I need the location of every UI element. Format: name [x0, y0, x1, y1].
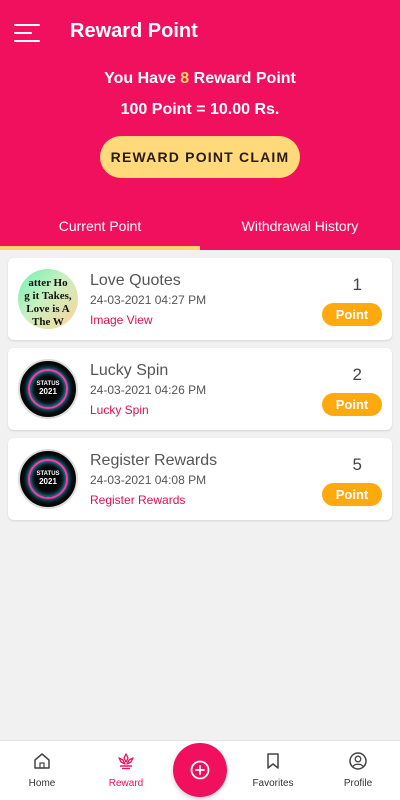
entry-points-value: 1 [352, 275, 362, 294]
page-title: Reward Point [70, 20, 198, 42]
entry-datetime: 24-03-2021 04:27 PM [90, 293, 207, 307]
points-count: 8 [180, 70, 190, 87]
reward-entry-lucky-spin[interactable]: STATUS 2021 Lucky Spin 24-03-2021 04:26 P… [8, 348, 392, 430]
bookmark-icon [267, 753, 279, 769]
reward-claim-button[interactable]: REWARD POINT CLAIM [100, 136, 300, 178]
nav-favorites[interactable]: Favorites [233, 741, 313, 800]
menu-icon[interactable] [14, 22, 42, 44]
thumb-text-line: g it Takes, [24, 290, 72, 302]
app-header: Reward Point You Have 8 Reward Point 100… [0, 0, 400, 250]
tab-withdrawal-history[interactable]: Withdrawal History [200, 208, 400, 250]
thumb-text-line: 2021 [39, 477, 57, 486]
status-2021-thumbnail: STATUS 2021 [18, 359, 78, 419]
entry-title: Register Rewards [90, 452, 218, 469]
points-summary: You Have 8 Reward Point [0, 70, 400, 88]
summary-prefix: You Have [104, 70, 181, 87]
nav-profile[interactable]: Profile [318, 741, 398, 800]
point-badge: Point [322, 483, 382, 506]
conversion-rate: 100 Point = 10.00 Rs. [120, 101, 280, 118]
thumb-text-line: atter Ho [28, 277, 68, 289]
thumb-text-line: 2021 [39, 387, 57, 396]
nav-label: Favorites [252, 778, 294, 789]
reward-entry-love-quotes[interactable]: atter Ho g it Takes, Love is A The W Lov… [8, 258, 392, 340]
reward-icon [118, 753, 134, 770]
entry-datetime: 24-03-2021 04:26 PM [90, 383, 207, 397]
profile-icon [349, 752, 367, 770]
nav-label: Profile [343, 778, 373, 789]
add-circle-icon [190, 760, 210, 780]
thumb-text-line: Love is A [26, 303, 70, 315]
entry-datetime: 24-03-2021 04:08 PM [90, 473, 207, 487]
point-badge: Point [322, 303, 382, 326]
entry-link[interactable]: Register Rewards [90, 493, 185, 507]
nav-label: Home [28, 778, 56, 789]
active-tab-indicator [0, 246, 200, 250]
entry-points-value: 2 [352, 365, 362, 384]
nav-label: Reward [108, 778, 144, 789]
entry-link[interactable]: Image View [90, 313, 152, 327]
add-fab-button[interactable] [173, 743, 227, 797]
love-quotes-thumbnail: atter Ho g it Takes, Love is A The W [18, 269, 78, 329]
tab-current-point[interactable]: Current Point [0, 208, 200, 250]
home-icon [34, 753, 50, 769]
entry-points-value: 5 [352, 455, 362, 474]
point-badge: Point [322, 393, 382, 416]
entry-link[interactable]: Lucky Spin [90, 403, 149, 417]
entry-title: Love Quotes [90, 272, 181, 289]
nav-home[interactable]: Home [2, 741, 82, 800]
nav-reward[interactable]: Reward [86, 741, 166, 800]
reward-entry-register-rewards[interactable]: STATUS 2021 Register Rewards 24-03-2021 0… [8, 438, 392, 520]
status-2021-thumbnail: STATUS 2021 [18, 449, 78, 509]
entry-title: Lucky Spin [90, 362, 169, 379]
thumb-text-line: The W [32, 316, 64, 328]
summary-suffix: Reward Point [189, 70, 296, 87]
